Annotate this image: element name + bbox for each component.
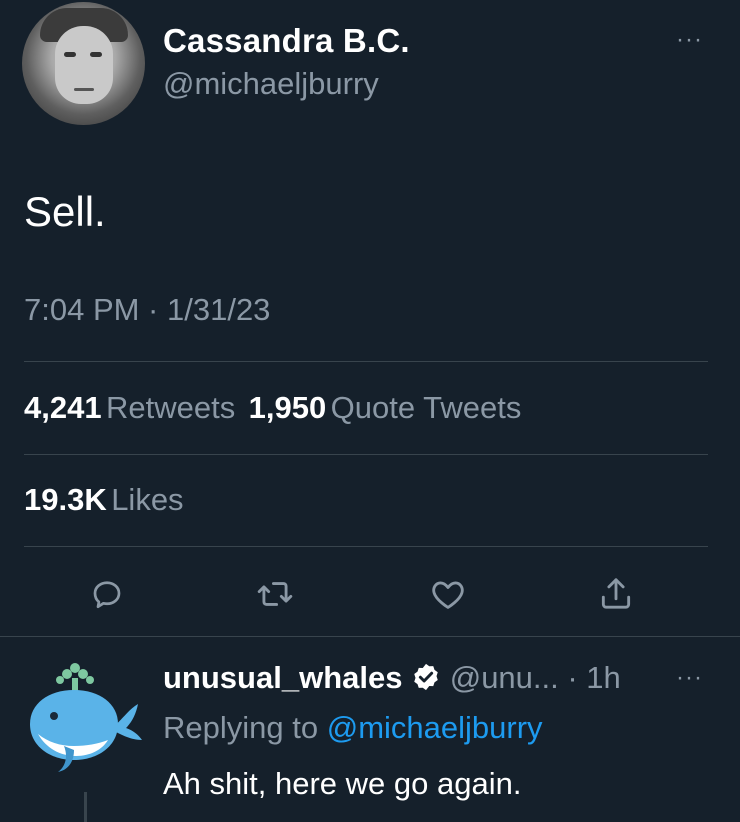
quotes-label: Quote Tweets <box>330 390 522 425</box>
retweet-icon <box>257 582 293 606</box>
reply-author-name[interactable]: unusual_whales <box>163 660 402 695</box>
retweets-count: 4,241 <box>24 390 102 425</box>
divider <box>24 546 708 547</box>
quotes-count: 1,950 <box>248 390 327 425</box>
retweet-button[interactable] <box>251 570 299 618</box>
reply-icon <box>93 581 121 609</box>
tweet-text: Sell. <box>24 188 106 235</box>
retweets-stat[interactable]: 4,241 Retweets <box>24 390 240 425</box>
author-handle[interactable]: @michaeljburry <box>163 66 379 102</box>
section-divider <box>0 636 740 637</box>
reply-author-handle[interactable]: @unu... <box>450 660 559 695</box>
reply-text: Ah shit, here we go again. <box>163 766 522 801</box>
replying-to-link[interactable]: @michaeljburry <box>327 710 543 745</box>
share-button[interactable] <box>592 570 640 618</box>
reply-button[interactable] <box>83 570 131 618</box>
divider <box>24 454 708 455</box>
verified-badge-icon <box>414 663 438 691</box>
quote-tweets-stat[interactable]: 1,950 Quote Tweets <box>249 390 522 425</box>
divider <box>24 361 708 362</box>
replying-prefix: Replying to <box>163 710 319 745</box>
tweet-timestamp[interactable]: 7:04 PM · 1/31/23 <box>24 292 270 328</box>
retweets-label: Retweets <box>106 390 236 425</box>
reply-more-options-icon[interactable]: ··· <box>676 664 703 692</box>
reply-header: unusual_whales @unu... · 1h <box>163 660 621 696</box>
like-icon <box>432 581 464 609</box>
author-avatar[interactable] <box>22 2 145 125</box>
likes-stat[interactable]: 19.3K Likes <box>24 482 184 518</box>
reply-author-avatar[interactable] <box>20 656 146 782</box>
reply-time[interactable]: · 1h <box>567 660 620 695</box>
likes-label: Likes <box>111 482 184 517</box>
replying-to: Replying to @michaeljburry <box>163 710 543 746</box>
engagement-stats: 4,241 Retweets 1,950 Quote Tweets <box>24 390 521 426</box>
more-options-icon[interactable]: ··· <box>676 26 703 54</box>
share-icon <box>601 578 631 609</box>
thread-line <box>84 792 87 822</box>
author-name[interactable]: Cassandra B.C. <box>163 22 410 60</box>
likes-count: 19.3K <box>24 482 107 517</box>
like-button[interactable] <box>424 570 472 618</box>
